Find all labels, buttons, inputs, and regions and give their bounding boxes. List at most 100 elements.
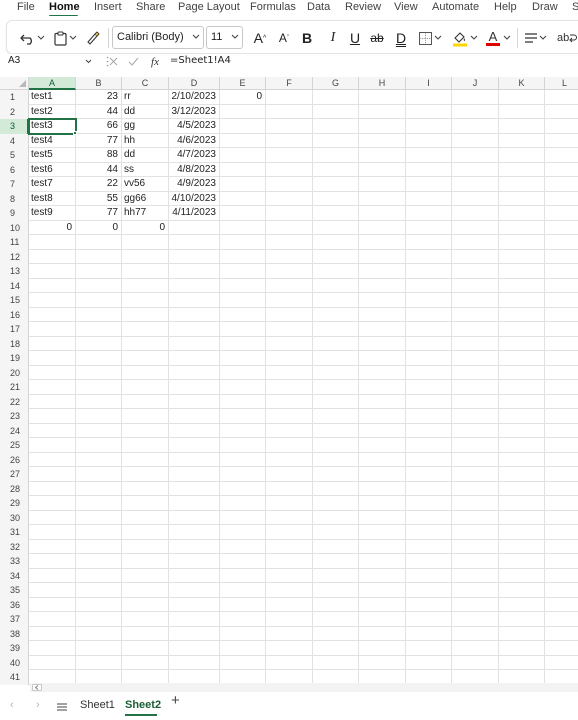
column-header-g[interactable]: G — [313, 77, 359, 90]
cell-k12[interactable] — [499, 249, 545, 264]
cell-i34[interactable] — [406, 568, 452, 583]
cell-k25[interactable] — [499, 438, 545, 453]
cell-f10[interactable] — [266, 220, 313, 235]
cell-d25[interactable] — [169, 438, 220, 453]
cell-c36[interactable] — [122, 597, 169, 612]
cell-l7[interactable] — [545, 177, 578, 192]
cell-f14[interactable] — [266, 278, 313, 293]
cell-j2[interactable] — [452, 104, 499, 119]
cell-g27[interactable] — [313, 467, 359, 482]
menu-tab-review[interactable]: Review — [345, 0, 381, 14]
cell-g17[interactable] — [313, 322, 359, 337]
cell-i11[interactable] — [406, 235, 452, 250]
row-header-24[interactable]: 24 — [0, 423, 29, 438]
cell-j5[interactable] — [452, 148, 499, 163]
cell-c32[interactable] — [122, 539, 169, 554]
cell-g12[interactable] — [313, 249, 359, 264]
cell-g3[interactable] — [313, 119, 359, 134]
row-header-23[interactable]: 23 — [0, 409, 29, 424]
cell-d24[interactable] — [169, 423, 220, 438]
cell-b36[interactable] — [76, 597, 122, 612]
cell-e3[interactable] — [220, 119, 266, 134]
cell-d8[interactable]: 4/10/2023 — [169, 191, 220, 206]
cell-g6[interactable] — [313, 162, 359, 177]
add-sheet-button[interactable]: + — [171, 693, 180, 708]
cell-e7[interactable] — [220, 177, 266, 192]
cell-f30[interactable] — [266, 510, 313, 525]
cell-g26[interactable] — [313, 452, 359, 467]
row-header-8[interactable]: 8 — [0, 191, 29, 206]
cell-d22[interactable] — [169, 394, 220, 409]
cell-e16[interactable] — [220, 307, 266, 322]
cell-f38[interactable] — [266, 626, 313, 641]
name-box-chevron-down-icon[interactable] — [85, 59, 92, 64]
cell-k31[interactable] — [499, 525, 545, 540]
cell-c9[interactable]: hh77 — [122, 206, 169, 221]
cell-j38[interactable] — [452, 626, 499, 641]
cell-a6[interactable]: test6 — [29, 162, 76, 177]
cell-b7[interactable]: 22 — [76, 177, 122, 192]
fill-handle[interactable] — [73, 130, 77, 135]
cell-a4[interactable]: test4 — [29, 133, 76, 148]
cell-i4[interactable] — [406, 133, 452, 148]
cell-e22[interactable] — [220, 394, 266, 409]
cell-c22[interactable] — [122, 394, 169, 409]
cell-k16[interactable] — [499, 307, 545, 322]
cell-f33[interactable] — [266, 554, 313, 569]
cell-k15[interactable] — [499, 293, 545, 308]
cell-j28[interactable] — [452, 481, 499, 496]
column-header-b[interactable]: B — [76, 77, 122, 90]
cell-d1[interactable]: 2/10/2023 — [169, 90, 220, 105]
cell-c38[interactable] — [122, 626, 169, 641]
cell-c20[interactable] — [122, 365, 169, 380]
cell-k28[interactable] — [499, 481, 545, 496]
cell-e1[interactable]: 0 — [220, 90, 266, 105]
column-header-h[interactable]: H — [359, 77, 406, 90]
cell-j26[interactable] — [452, 452, 499, 467]
cell-a20[interactable] — [29, 365, 76, 380]
cell-e36[interactable] — [220, 597, 266, 612]
cell-h5[interactable] — [359, 148, 406, 163]
column-header-f[interactable]: F — [266, 77, 313, 90]
menu-tab-home[interactable]: Home — [49, 0, 80, 14]
cell-e33[interactable] — [220, 554, 266, 569]
cell-a34[interactable] — [29, 568, 76, 583]
cell-j16[interactable] — [452, 307, 499, 322]
cell-i32[interactable] — [406, 539, 452, 554]
cell-h6[interactable] — [359, 162, 406, 177]
cell-b23[interactable] — [76, 409, 122, 424]
cell-a16[interactable] — [29, 307, 76, 322]
cell-h18[interactable] — [359, 336, 406, 351]
cell-h7[interactable] — [359, 177, 406, 192]
cell-l38[interactable] — [545, 627, 578, 641]
cell-i39[interactable] — [406, 641, 452, 656]
cell-c40[interactable] — [122, 655, 169, 670]
cell-d31[interactable] — [169, 525, 220, 540]
clipboard-icon[interactable] — [52, 27, 68, 49]
row-header-31[interactable]: 31 — [0, 525, 29, 540]
cell-h38[interactable] — [359, 626, 406, 641]
row-header-1[interactable]: 1 — [0, 90, 29, 105]
cell-d40[interactable] — [169, 655, 220, 670]
cell-a24[interactable] — [29, 423, 76, 438]
cell-c7[interactable]: vv56 — [122, 177, 169, 192]
cell-k37[interactable] — [499, 612, 545, 627]
cell-d38[interactable] — [169, 626, 220, 641]
cell-b38[interactable] — [76, 626, 122, 641]
cell-e21[interactable] — [220, 380, 266, 395]
cell-g30[interactable] — [313, 510, 359, 525]
cell-d2[interactable]: 3/12/2023 — [169, 104, 220, 119]
cell-c8[interactable]: gg66 — [122, 191, 169, 206]
column-header-a[interactable]: A — [29, 77, 76, 90]
cell-c31[interactable] — [122, 525, 169, 540]
cell-a33[interactable] — [29, 554, 76, 569]
cell-f12[interactable] — [266, 249, 313, 264]
row-header-11[interactable]: 11 — [0, 235, 29, 250]
cell-d16[interactable] — [169, 307, 220, 322]
cell-e10[interactable] — [220, 220, 266, 235]
cell-h2[interactable] — [359, 104, 406, 119]
cell-c26[interactable] — [122, 452, 169, 467]
cell-a5[interactable]: test5 — [29, 148, 76, 163]
cell-i18[interactable] — [406, 336, 452, 351]
row-header-18[interactable]: 18 — [0, 336, 29, 351]
